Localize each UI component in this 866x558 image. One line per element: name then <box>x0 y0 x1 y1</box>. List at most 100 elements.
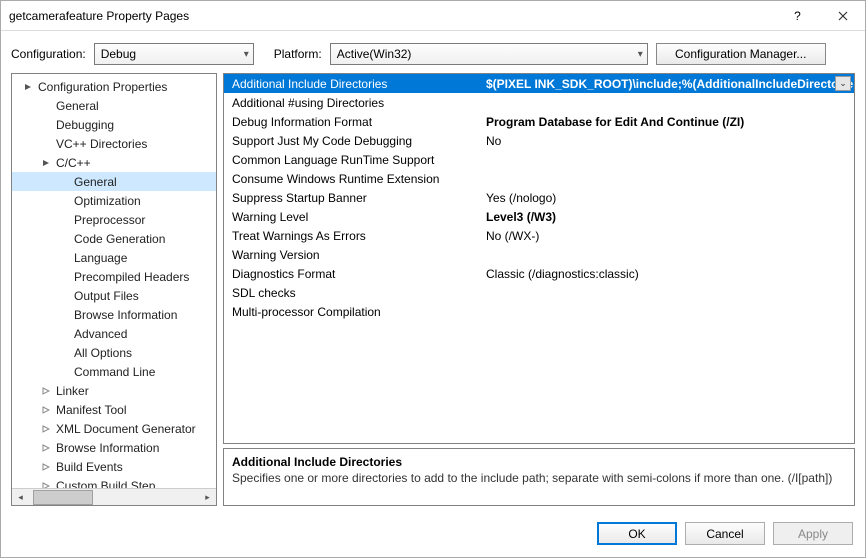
property-row[interactable]: Support Just My Code DebuggingNo <box>224 131 854 150</box>
config-value: Debug <box>101 47 136 61</box>
tree-item-label: XML Document Generator <box>54 422 196 436</box>
property-name: Warning Level <box>224 210 480 224</box>
tree-item[interactable]: All Options <box>12 343 216 362</box>
config-manager-button[interactable]: Configuration Manager... <box>656 43 826 65</box>
tree-item[interactable]: Output Files <box>12 286 216 305</box>
dropdown-icon[interactable]: ⌄ <box>835 76 851 91</box>
description-panel: Additional Include Directories Specifies… <box>223 448 855 506</box>
expand-icon[interactable] <box>40 461 52 473</box>
tree-item[interactable]: Debugging <box>12 115 216 134</box>
property-row[interactable]: SDL checks <box>224 283 854 302</box>
tree-item[interactable]: Optimization <box>12 191 216 210</box>
platform-select[interactable]: Active(Win32) ▾ <box>330 43 648 65</box>
description-title: Additional Include Directories <box>232 455 846 469</box>
tree-item-label: All Options <box>72 346 132 360</box>
no-icon <box>58 195 70 207</box>
no-icon <box>58 309 70 321</box>
property-name: SDL checks <box>224 286 480 300</box>
property-row[interactable]: Treat Warnings As ErrorsNo (/WX-) <box>224 226 854 245</box>
collapse-icon[interactable] <box>40 157 52 169</box>
expand-icon[interactable] <box>40 442 52 454</box>
window-title: getcamerafeature Property Pages <box>9 9 775 23</box>
property-row[interactable]: Multi-processor Compilation <box>224 302 854 321</box>
property-name: Multi-processor Compilation <box>224 305 480 319</box>
footer: OK Cancel Apply <box>1 512 865 557</box>
expand-icon[interactable] <box>40 385 52 397</box>
tree-item-label: Output Files <box>72 289 139 303</box>
property-row[interactable]: Additional Include Directories$(PIXEL IN… <box>224 74 854 93</box>
tree[interactable]: Configuration Properties General Debugging… <box>12 74 216 488</box>
tree-item[interactable]: General <box>12 172 216 191</box>
scroll-right-icon[interactable]: ▸ <box>199 489 216 506</box>
expand-icon[interactable] <box>40 404 52 416</box>
property-value[interactable]: No <box>480 134 854 148</box>
tree-item-label: Manifest Tool <box>54 403 126 417</box>
property-row[interactable]: Additional #using Directories <box>224 93 854 112</box>
expand-icon[interactable] <box>40 423 52 435</box>
no-icon <box>58 328 70 340</box>
tree-item[interactable]: VC++ Directories <box>12 134 216 153</box>
no-icon <box>58 252 70 264</box>
property-value[interactable]: No (/WX-) <box>480 229 854 243</box>
tree-item-label: General <box>54 99 99 113</box>
tree-item-label: Browse Information <box>72 308 177 322</box>
tree-item[interactable]: C/C++ <box>12 153 216 172</box>
tree-scrollbar[interactable]: ◂ ▸ <box>12 488 216 505</box>
tree-item[interactable]: Precompiled Headers <box>12 267 216 286</box>
tree-item-label: Optimization <box>72 194 141 208</box>
property-row[interactable]: Diagnostics FormatClassic (/diagnostics:… <box>224 264 854 283</box>
no-icon <box>58 176 70 188</box>
tree-item-label: Custom Build Step <box>54 479 155 489</box>
property-row[interactable]: Suppress Startup BannerYes (/nologo) <box>224 188 854 207</box>
tree-item[interactable]: General <box>12 96 216 115</box>
property-value[interactable]: Yes (/nologo) <box>480 191 854 205</box>
tree-item[interactable]: Build Events <box>12 457 216 476</box>
expand-icon[interactable] <box>40 480 52 489</box>
close-button[interactable] <box>820 1 865 31</box>
property-name: Additional #using Directories <box>224 96 480 110</box>
tree-item[interactable]: Linker <box>12 381 216 400</box>
chevron-down-icon: ▾ <box>244 49 249 60</box>
tree-item[interactable]: Language <box>12 248 216 267</box>
tree-item[interactable]: Browse Information <box>12 438 216 457</box>
tree-item[interactable]: Command Line <box>12 362 216 381</box>
property-row[interactable]: Warning Version <box>224 245 854 264</box>
property-row[interactable]: Consume Windows Runtime Extension <box>224 169 854 188</box>
tree-item[interactable]: XML Document Generator <box>12 419 216 438</box>
tree-item[interactable]: Advanced <box>12 324 216 343</box>
tree-item-label: Precompiled Headers <box>72 270 189 284</box>
ok-button[interactable]: OK <box>597 522 677 545</box>
property-grid[interactable]: Additional Include Directories$(PIXEL IN… <box>223 73 855 444</box>
property-row[interactable]: Debug Information FormatProgram Database… <box>224 112 854 131</box>
tree-item[interactable]: Configuration Properties <box>12 77 216 96</box>
apply-button[interactable]: Apply <box>773 522 853 545</box>
property-row[interactable]: Warning LevelLevel3 (/W3) <box>224 207 854 226</box>
config-select[interactable]: Debug ▾ <box>94 43 254 65</box>
property-row[interactable]: Common Language RunTime Support <box>224 150 854 169</box>
no-icon <box>40 119 52 131</box>
property-value[interactable]: Classic (/diagnostics:classic) <box>480 267 854 281</box>
tree-item-label: Debugging <box>54 118 114 132</box>
cancel-button[interactable]: Cancel <box>685 522 765 545</box>
tree-item[interactable]: Preprocessor <box>12 210 216 229</box>
tree-panel: Configuration Properties General Debugging… <box>11 73 217 506</box>
property-name: Debug Information Format <box>224 115 480 129</box>
tree-item[interactable]: Custom Build Step <box>12 476 216 488</box>
property-name: Diagnostics Format <box>224 267 480 281</box>
no-icon <box>58 290 70 302</box>
description-text: Specifies one or more directories to add… <box>232 471 846 485</box>
help-button[interactable]: ? <box>775 1 820 31</box>
tree-item-label: VC++ Directories <box>54 137 147 151</box>
no-icon <box>58 214 70 226</box>
tree-item[interactable]: Manifest Tool <box>12 400 216 419</box>
tree-item-label: Build Events <box>54 460 123 474</box>
collapse-icon[interactable] <box>22 81 34 93</box>
tree-item[interactable]: Browse Information <box>12 305 216 324</box>
property-value[interactable]: Level3 (/W3) <box>480 210 854 224</box>
tree-item-label: Preprocessor <box>72 213 145 227</box>
property-value[interactable]: Program Database for Edit And Continue (… <box>480 115 854 129</box>
property-value[interactable]: $(PIXEL INK_SDK_ROOT)\include;%(Addition… <box>480 77 854 91</box>
scroll-left-icon[interactable]: ◂ <box>12 489 29 506</box>
tree-item[interactable]: Code Generation <box>12 229 216 248</box>
scroll-thumb[interactable] <box>33 490 93 505</box>
